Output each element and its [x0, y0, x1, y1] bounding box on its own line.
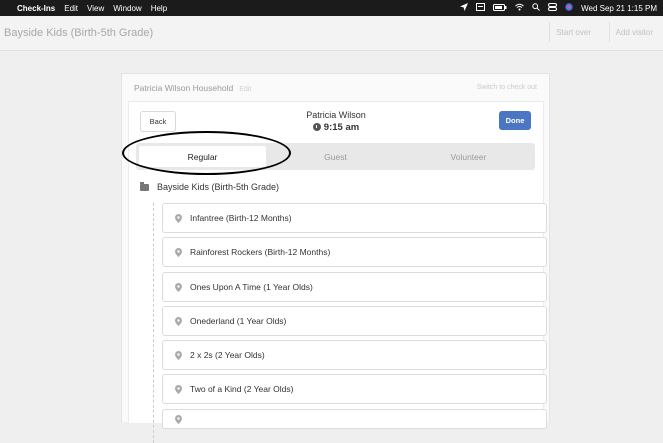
map-pin-icon [175, 414, 185, 424]
menu-window[interactable]: Window [113, 4, 141, 13]
edit-household-link[interactable]: Edit [239, 86, 251, 93]
location-item[interactable]: Ones Upon A Time (1 Year Olds) [162, 272, 547, 302]
household-header: Patricia Wilson Household Edit [134, 83, 251, 93]
folder-icon [140, 181, 149, 191]
household-card: Patricia Wilson Household Edit Switch to … [121, 73, 550, 443]
siri-icon[interactable] [565, 3, 573, 13]
wifi-icon[interactable] [515, 3, 524, 13]
person-name: Patricia Wilson [306, 110, 366, 120]
menu-bar: Check-Ins Edit View Window Help Wed Sep … [0, 0, 663, 16]
location-name: Rainforest Rockers (Birth-12 Months) [190, 247, 331, 257]
map-pin-icon [175, 384, 185, 394]
add-visitor-button[interactable]: Add visitor [608, 22, 659, 42]
menu-help[interactable]: Help [151, 4, 167, 13]
menu-app-name[interactable]: Check-Ins [17, 4, 55, 13]
event-time-label: 9:15 am [323, 122, 360, 133]
page-title: Bayside Kids (Birth-5th Grade) [4, 27, 154, 39]
screen-icon[interactable] [476, 3, 486, 13]
group-header[interactable]: Bayside Kids (Birth-5th Grade) [140, 181, 280, 192]
location-name: Onederland (1 Year Olds) [190, 316, 287, 326]
app-header: Bayside Kids (Birth-5th Grade) Start ove… [0, 16, 663, 51]
menu-view[interactable]: View [87, 4, 104, 13]
menu-edit[interactable]: Edit [64, 4, 78, 13]
location-item[interactable]: Rainforest Rockers (Birth-12 Months) [162, 237, 547, 267]
done-button[interactable]: Done [499, 111, 531, 130]
location-item[interactable]: Two of a Kind (2 Year Olds) [162, 374, 547, 404]
location-name: Infantree (Birth-12 Months) [190, 213, 292, 223]
switch-to-check-out-link[interactable]: Switch to check out [477, 84, 537, 91]
location-name: Two of a Kind (2 Year Olds) [190, 384, 294, 394]
menu-clock[interactable]: Wed Sep 21 1:15 PM [581, 4, 657, 13]
household-name: Patricia Wilson Household [134, 83, 234, 93]
map-pin-icon [175, 350, 185, 360]
map-pin-icon [175, 247, 185, 257]
group-name: Bayside Kids (Birth-5th Grade) [157, 182, 280, 192]
location-icon[interactable] [460, 3, 469, 13]
map-pin-icon [175, 282, 185, 292]
location-name: 2 x 2s (2 Year Olds) [190, 350, 265, 360]
tab-volunteer[interactable]: Volunteer [402, 143, 535, 170]
map-pin-icon [175, 213, 185, 223]
location-item[interactable]: Onederland (1 Year Olds) [162, 306, 547, 336]
clock-icon [312, 123, 321, 131]
highlight-ellipse [122, 131, 291, 175]
location-item-partial[interactable] [162, 409, 547, 429]
battery-icon[interactable] [493, 3, 507, 13]
location-name: Ones Upon A Time (1 Year Olds) [190, 282, 313, 292]
search-icon[interactable] [532, 3, 540, 13]
location-item[interactable]: Infantree (Birth-12 Months) [162, 203, 547, 233]
map-pin-icon [175, 316, 185, 326]
control-center-icon[interactable] [548, 3, 558, 13]
tree-line [153, 203, 154, 443]
location-item[interactable]: 2 x 2s (2 Year Olds) [162, 340, 547, 370]
start-over-button[interactable]: Start over [549, 22, 597, 42]
